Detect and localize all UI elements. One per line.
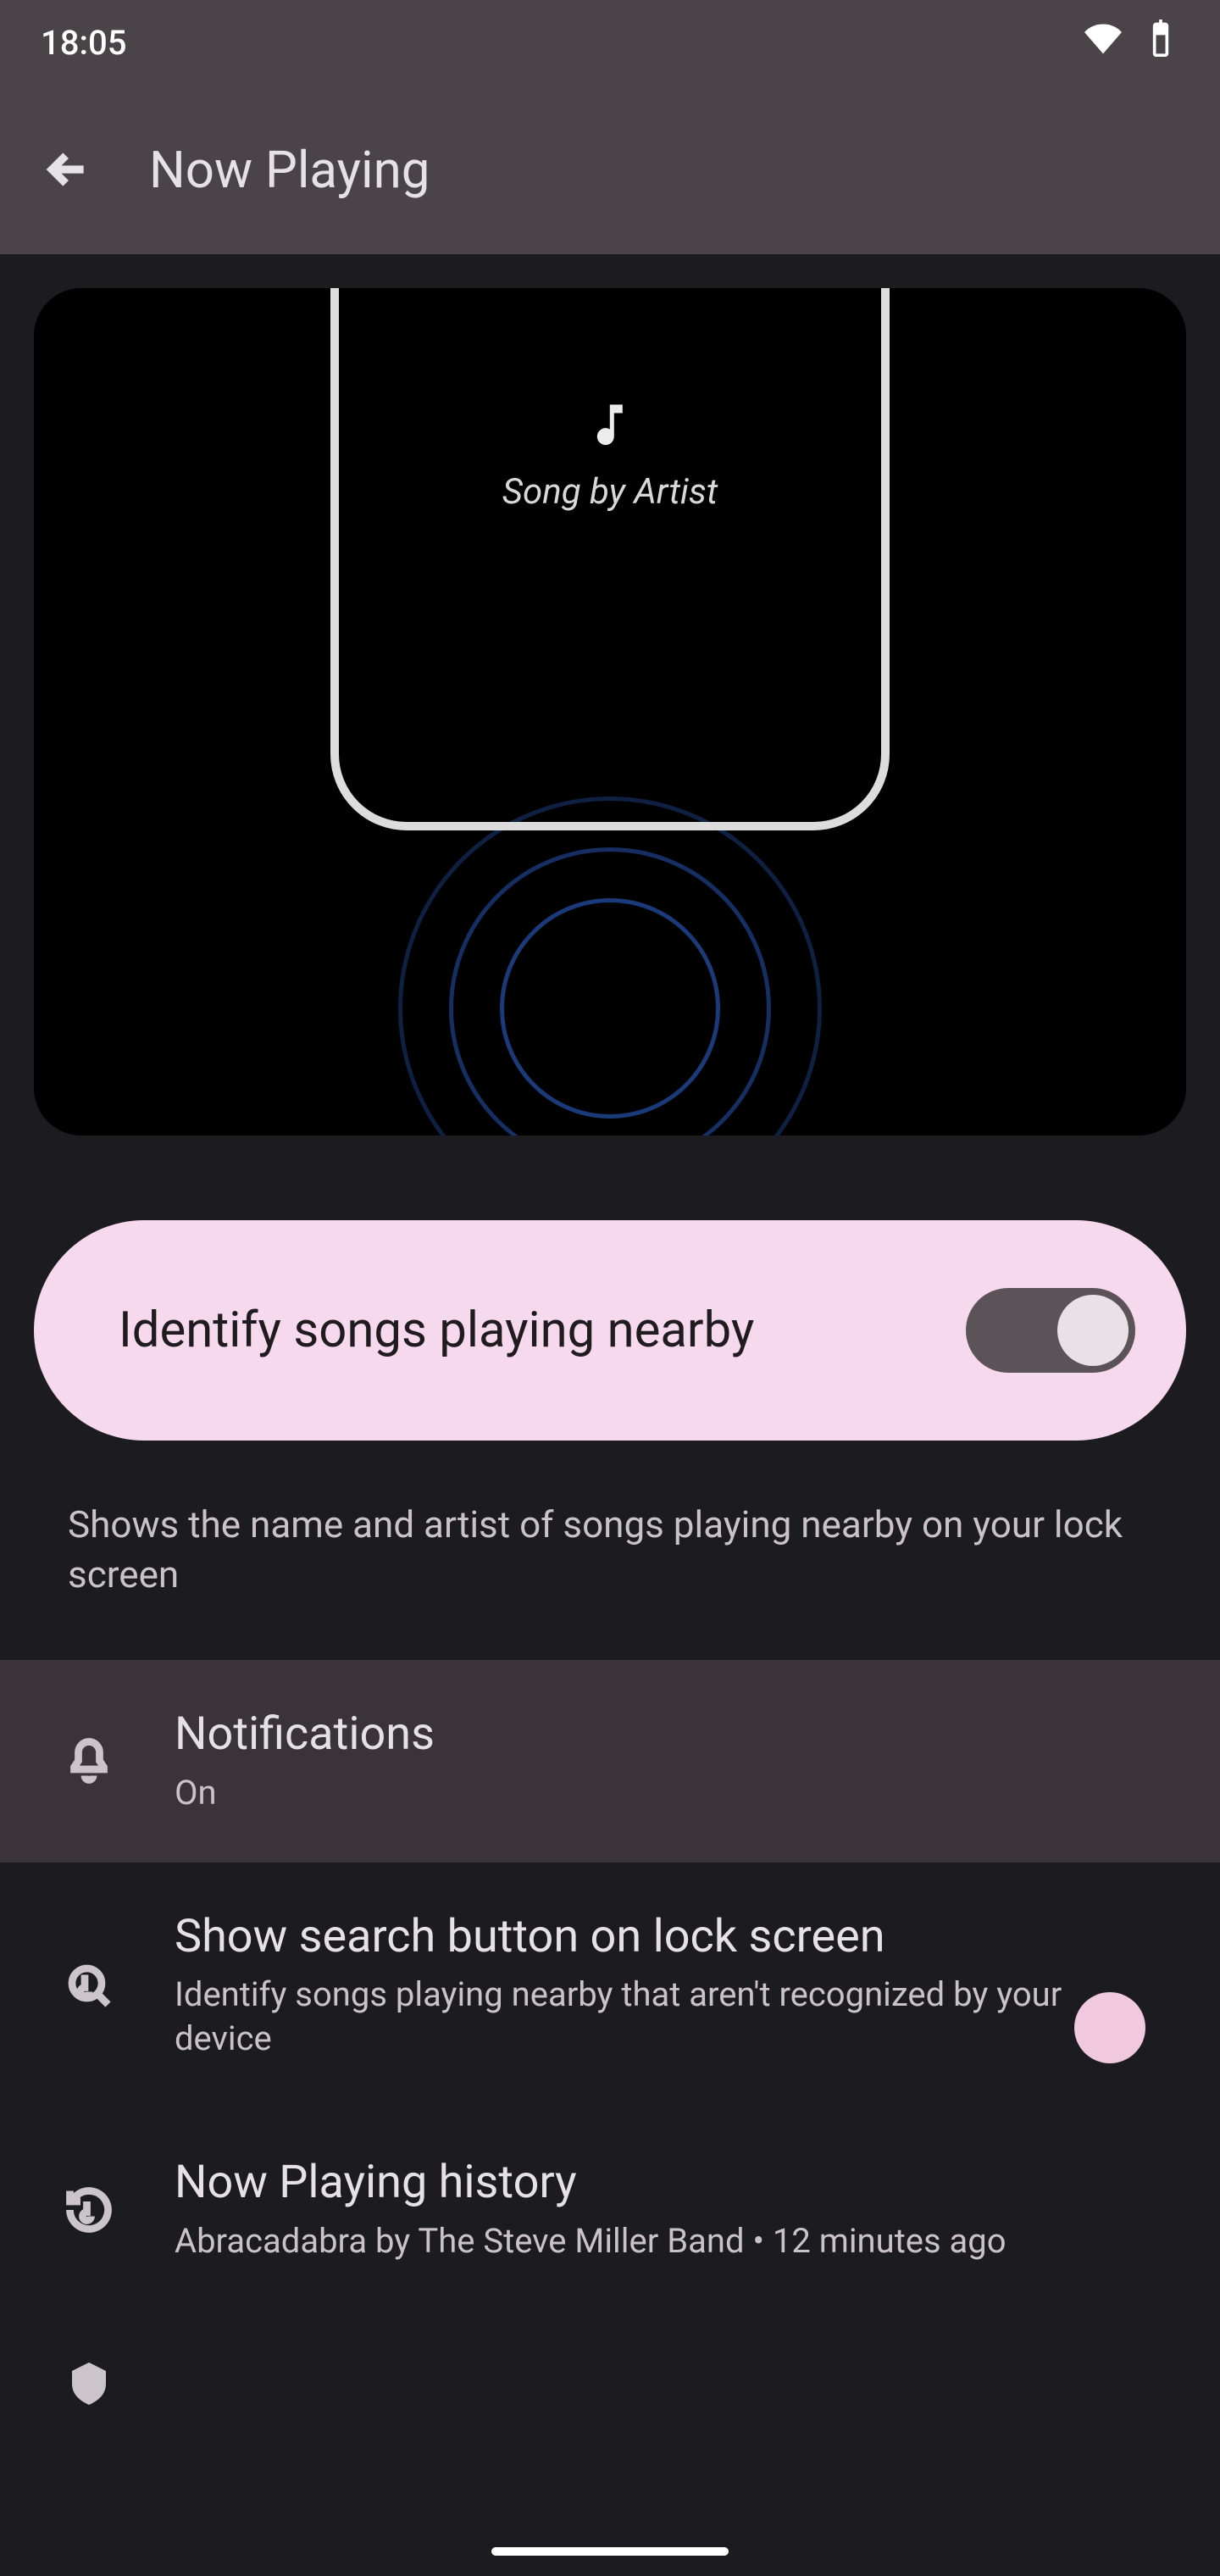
arrow-left-icon xyxy=(44,146,92,193)
status-right xyxy=(1084,19,1179,65)
hero-illustration: Song by Artist xyxy=(34,288,1186,1135)
history-icon xyxy=(64,2185,114,2235)
partial-row[interactable] xyxy=(0,2311,1220,2409)
bell-icon xyxy=(64,1735,114,1786)
settings-list: Notifications On Show search button on l… xyxy=(0,1660,1220,2409)
music-note-icon xyxy=(585,390,635,461)
show-search-button-title: Show search button on lock screen xyxy=(175,1910,1105,1965)
show-search-button-row[interactable]: Show search button on lock screen Identi… xyxy=(0,1863,1220,2109)
battery-icon xyxy=(1142,19,1179,65)
row-text: Now Playing history Abracadabra by The S… xyxy=(175,2156,1152,2263)
song-search-icon xyxy=(64,1960,114,2011)
notifications-row[interactable]: Notifications On xyxy=(0,1660,1220,1863)
row-icon xyxy=(51,1960,127,2011)
identify-songs-description: Shows the name and artist of songs playi… xyxy=(68,1500,1152,1601)
identify-songs-primary-toggle[interactable]: Identify songs playing nearby xyxy=(34,1220,1186,1441)
row-text: Notifications On xyxy=(175,1707,1152,1815)
content-area: Song by Artist Identify songs playing ne… xyxy=(0,254,1220,2576)
status-bar: 18:05 xyxy=(0,0,1220,85)
row-icon xyxy=(51,2358,127,2409)
row-text: Show search button on lock screen Identi… xyxy=(175,1910,1105,2062)
settings-chip-icon xyxy=(64,2358,114,2409)
status-time: 18:05 xyxy=(41,23,126,63)
back-button[interactable] xyxy=(27,129,108,210)
now-playing-history-title: Now Playing history xyxy=(175,2156,1152,2211)
hero-inner: Song by Artist xyxy=(34,288,1186,1135)
row-icon xyxy=(51,2185,127,2235)
gesture-nav-bar[interactable] xyxy=(491,2547,729,2556)
identify-songs-label: Identify songs playing nearby xyxy=(119,1302,754,1359)
hero-demo-label: Song by Artist xyxy=(502,471,718,513)
app-bar: Now Playing xyxy=(0,85,1220,254)
row-icon xyxy=(51,1735,127,1786)
notifications-title: Notifications xyxy=(175,1707,1152,1763)
now-playing-history-sub: Abracadabra by The Steve Miller Band • 1… xyxy=(175,2219,1152,2263)
page-title: Now Playing xyxy=(149,140,430,200)
now-playing-history-row[interactable]: Now Playing history Abracadabra by The S… xyxy=(0,2108,1220,2311)
phone-outline-icon: Song by Artist xyxy=(330,288,890,830)
identify-songs-switch[interactable] xyxy=(966,1288,1135,1373)
notifications-sub: On xyxy=(175,1771,1152,1815)
show-search-button-sub: Identify songs playing nearby that aren'… xyxy=(175,1973,1105,2061)
phone-demo-content: Song by Artist xyxy=(502,390,718,513)
ripple-ring xyxy=(500,898,720,1119)
wifi-icon xyxy=(1084,19,1122,65)
